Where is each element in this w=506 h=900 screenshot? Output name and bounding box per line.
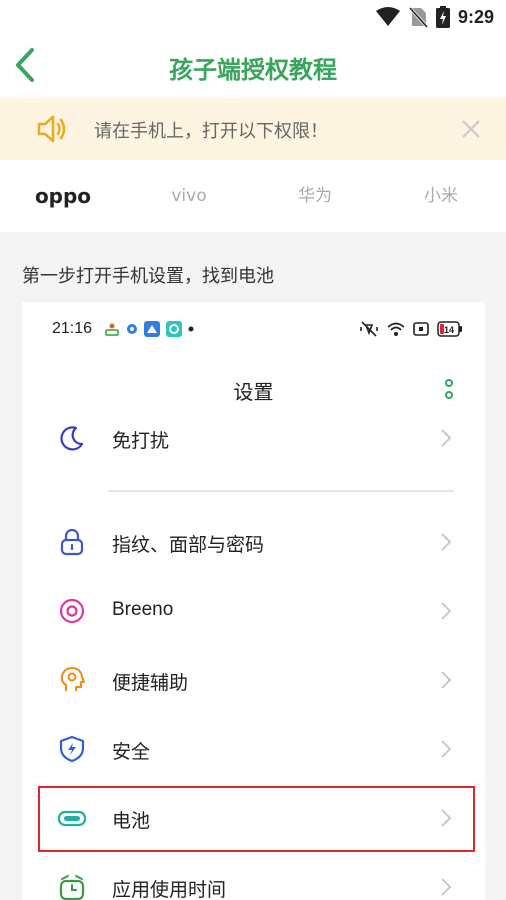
phone-battery-icon: 14 <box>437 321 462 337</box>
settings-row-label: 免打扰 <box>112 431 170 452</box>
phone-time: 21:16 <box>52 320 93 337</box>
settings-row-breeno[interactable]: Breeno <box>22 577 485 645</box>
settings-row-label: 指纹、面部与密码 <box>112 535 265 556</box>
no-sim-icon <box>408 6 428 28</box>
section-divider <box>108 490 454 492</box>
phone-screenshot: 21:16 14 设置 免打扰 指纹、面部与密码 Breeno 便捷辅助 安全 … <box>22 302 485 900</box>
settings-row-label: 便捷辅助 <box>112 673 189 694</box>
page-title: 孩子端授权教程 <box>169 56 337 84</box>
battery-charging-icon <box>435 6 450 28</box>
app-timer-icon <box>59 875 85 900</box>
phone-battery-level: 14 <box>444 325 454 335</box>
shield-icon <box>59 735 85 763</box>
notification-more-dot-icon <box>188 326 194 332</box>
moon-icon <box>60 426 84 451</box>
chevron-right-icon <box>441 671 452 689</box>
settings-row-label: 安全 <box>112 742 151 763</box>
wifi-icon <box>375 7 400 26</box>
system-status-bar: 9:29 <box>0 0 506 34</box>
notification-dot-icon <box>127 324 137 334</box>
settings-row-fingerprint-face-password[interactable]: 指纹、面部与密码 <box>22 508 485 576</box>
chevron-right-icon <box>441 878 452 896</box>
chevron-right-icon <box>441 533 452 551</box>
phone-status-bar: 21:16 14 <box>22 302 485 358</box>
phone-wifi-icon <box>387 322 405 336</box>
settings-row-security[interactable]: 安全 <box>22 715 485 783</box>
assist-head-icon <box>60 667 85 691</box>
settings-row-app-usage-time[interactable]: 应用使用时间 <box>22 853 485 900</box>
notice-text: 请在手机上，打开以下权限！ <box>94 121 328 142</box>
brand-tabs: oppo vivo 华为 小米 <box>0 160 506 232</box>
close-icon[interactable] <box>460 118 482 140</box>
more-options-icon[interactable] <box>442 378 456 402</box>
tab-vivo[interactable]: vivo <box>134 160 244 232</box>
tab-huawei[interactable]: 华为 <box>260 160 370 232</box>
breeno-icon <box>59 598 85 624</box>
notice-banner: 请在手机上，打开以下权限！ <box>0 98 506 160</box>
status-time: 9:29 <box>457 6 494 27</box>
chevron-right-icon <box>441 740 452 758</box>
settings-row-convenience-assist[interactable]: 便捷辅助 <box>22 646 485 714</box>
settings-row-label: Breeno <box>112 599 174 620</box>
tab-xiaomi[interactable]: 小米 <box>386 160 496 232</box>
phone-notification-icons <box>104 321 194 337</box>
step-instruction: 第一步打开手机设置，找到电池 <box>22 266 274 287</box>
notification-app-icon <box>166 321 182 337</box>
chevron-right-icon <box>441 602 452 620</box>
settings-row-do-not-disturb[interactable]: 免打扰 <box>22 404 485 472</box>
speaker-icon <box>37 115 66 143</box>
settings-row-label: 应用使用时间 <box>112 880 227 900</box>
app-header: 孩子端授权教程 <box>0 34 506 98</box>
tab-oppo[interactable]: oppo <box>8 160 118 232</box>
lock-icon <box>60 528 84 556</box>
notification-cup-icon <box>105 323 119 336</box>
screen-record-icon <box>413 322 429 336</box>
highlight-box <box>38 786 475 852</box>
mute-vibrate-icon <box>360 321 378 337</box>
notification-mountain-icon <box>144 321 160 337</box>
phone-settings-title: 设置 <box>233 380 274 404</box>
phone-system-icons: 14 <box>359 321 463 337</box>
chevron-right-icon <box>441 429 452 447</box>
